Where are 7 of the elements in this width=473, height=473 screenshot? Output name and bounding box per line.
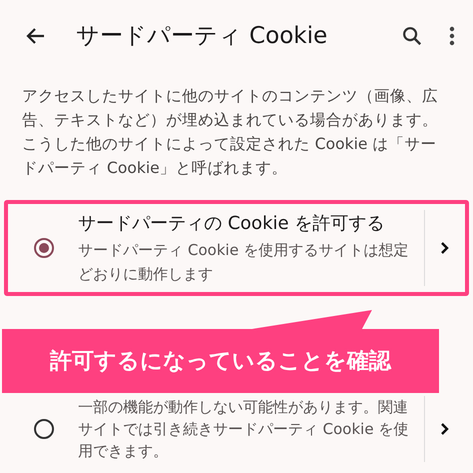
option-description: サードパーティ Cookie を使用するサイトは想定どおりに動作します [78,240,410,285]
option-description: 一部の機能が動作しない可能性があります。関連サイトでは引き続きサードパーティ Cookie を使用できます。 [78,397,410,462]
description-text: アクセスしたサイトに他のサイトのコンテンツ（画像、広告、テキストなど）が埋め込まれている場合があります。こうした他のサイトによって設定された Cookie は「サードパーティ Cookie」と呼ばれます。 [21,86,439,179]
callout-text: 許可するになっていることを確認 [50,348,391,376]
page-title: サードパーティ Cookie [76,22,328,51]
cookie-option[interactable]: サードパーティの Cookie を許可する サードパーティ Cookie を使用するサイトは想定どおりに動作します [4,200,469,296]
option-title: サードパーティの Cookie を許可する [78,212,386,236]
